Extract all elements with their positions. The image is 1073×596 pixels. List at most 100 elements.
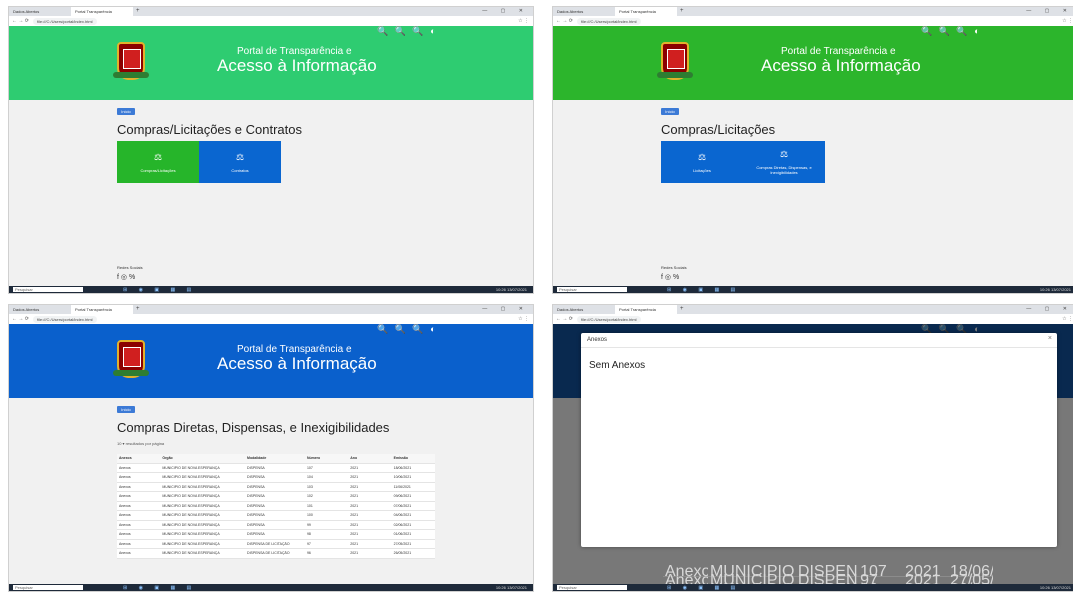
anexos-link[interactable]: Anexos — [117, 551, 160, 555]
taskbar-search-input[interactable]: Pesquisar — [13, 287, 83, 292]
table-cell: MUNICIPIO DE NOVA ESPERANÇA — [162, 541, 220, 546]
table-cell: 101 — [306, 503, 313, 508]
taskbar-search-input[interactable]: Pesquisar — [13, 585, 83, 590]
gavel-icon: ⚖ — [697, 151, 707, 162]
new-tab-button[interactable]: + — [677, 7, 687, 16]
column-header[interactable]: Número — [305, 456, 348, 460]
column-header[interactable]: Emissão — [392, 456, 435, 460]
table-cell: 2021 — [350, 475, 359, 480]
social-icons[interactable]: f ◎ % — [661, 273, 679, 281]
taskbar-search-input[interactable]: Pesquisar — [557, 287, 627, 292]
gavel-icon: ⚖ — [153, 151, 163, 162]
home-badge[interactable]: Início — [117, 108, 135, 115]
window-controls[interactable]: — ▢ ✕ — [1026, 8, 1073, 14]
nav-buttons[interactable]: ← → ⟳ — [12, 18, 29, 24]
tile-label: Licitações — [693, 167, 711, 173]
bookmark-icon[interactable]: ☆ ⋮ — [518, 18, 529, 24]
column-header[interactable]: Ano — [348, 456, 391, 460]
table-row: AnexosMUNICIPIO DE NOVA ESPERANÇA DISPENS… — [117, 511, 435, 521]
taskbar-app-icons[interactable]: ⊞ ◉ ▣ ▦ ▤ — [123, 287, 196, 293]
taskbar-app-icons[interactable]: ⊞ ◉ ▣ ▦ ▤ — [123, 585, 196, 591]
url-input[interactable]: file:///C:/Users/portal/index.html — [32, 17, 97, 25]
window-controls[interactable]: — ▢ ✕ — [1026, 306, 1073, 312]
nav-buttons[interactable]: ← → ⟳ — [12, 316, 29, 322]
anexos-link[interactable]: Anexos — [117, 532, 160, 536]
new-tab-button[interactable]: + — [133, 7, 143, 16]
table-cell: 2021 — [350, 503, 359, 508]
column-header[interactable]: Anexos — [117, 456, 160, 460]
bookmark-icon[interactable]: ☆ ⋮ — [518, 316, 529, 322]
tile-compras-licitacoes[interactable]: ⚖ Compras/Licitações — [117, 141, 199, 183]
taskbar: Pesquisar ⊞ ◉ ▣ ▦ ▤ 10:26 13/07/2021 — [9, 286, 533, 293]
accessibility-icons[interactable]: 🔍 🔍 🔍 ◐ — [377, 26, 438, 37]
table-cell: DISPENSA — [247, 475, 265, 480]
main-content: Início Compras Diretas, Dispensas, e Ine… — [9, 398, 533, 559]
tile-licitacoes[interactable]: ⚖ Licitações — [661, 141, 743, 183]
nav-buttons[interactable]: ← → ⟳ — [556, 18, 573, 24]
nav-buttons[interactable]: ← → ⟳ — [556, 316, 573, 322]
tab-dados-abertos[interactable]: Dados Abertos — [9, 7, 71, 16]
table-cell: 26/05/2021 — [393, 551, 412, 556]
taskbar-app-icons[interactable]: ⊞ ◉ ▣ ▦ ▤ — [667, 287, 740, 293]
tab-portal[interactable]: Portal Transparência — [71, 305, 133, 314]
anexos-link[interactable]: Anexos — [117, 494, 160, 498]
anexos-link[interactable]: Anexos — [117, 466, 160, 470]
main-content: Início Compras/Licitações e Contratos ⚖ … — [9, 100, 533, 183]
anexos-link[interactable]: Anexos — [117, 475, 160, 479]
browser-chrome: Dados Abertos Portal Transparência + — ▢… — [9, 305, 533, 324]
url-input[interactable]: file:///C:/Users/portal/index.html — [32, 315, 97, 323]
social-icons[interactable]: f ◎ % — [117, 273, 135, 281]
tab-dados-abertos[interactable]: Dados Abertos — [553, 7, 615, 16]
home-badge[interactable]: Início — [661, 108, 679, 115]
table-cell: DISPENSA — [247, 513, 265, 518]
table-cell: 97 — [306, 541, 311, 546]
tab-dados-abertos[interactable]: Dados Abertos — [553, 305, 615, 314]
home-badge[interactable]: Início — [117, 406, 135, 413]
table-cell: DISPENSA — [247, 522, 265, 527]
table-row: AnexosMUNICIPIO DE NOVA ESPERANÇA DISPENS… — [117, 501, 435, 511]
anexos-link[interactable]: Anexos — [117, 542, 160, 546]
window-controls[interactable]: — ▢ ✕ — [482, 306, 529, 312]
social-heading: Redes Sociais — [661, 265, 687, 270]
tab-portal[interactable]: Portal Transparência — [71, 7, 133, 16]
table-cell: 104 — [306, 475, 313, 480]
taskbar-clock: 10:26 13/07/2021 — [495, 287, 527, 292]
tab-portal[interactable]: Portal Transparência — [615, 7, 677, 16]
table-cell: 2021 — [350, 513, 359, 518]
anexos-link[interactable]: Anexos — [117, 513, 160, 517]
anexos-link[interactable]: Anexos — [117, 504, 160, 508]
bookmark-icon[interactable]: ☆ ⋮ — [1062, 316, 1073, 322]
modal-message: Sem Anexos — [589, 360, 646, 371]
page-size-select[interactable]: 10 ▾ resultados por página — [117, 441, 533, 446]
table-cell: 27/05/2021 — [393, 541, 412, 546]
column-header[interactable]: Modalidade — [245, 456, 305, 460]
gavel-icon: ⚖ — [779, 149, 789, 159]
new-tab-button[interactable]: + — [677, 305, 687, 314]
taskbar-search-input[interactable]: Pesquisar — [557, 585, 627, 590]
table-cell: DISPENSA — [247, 503, 265, 508]
window-controls[interactable]: — ▢ ✕ — [482, 8, 529, 14]
close-icon[interactable]: × — [1048, 335, 1052, 342]
tab-dados-abertos[interactable]: Dados Abertos — [9, 305, 71, 314]
window-anexos-modal: Dados Abertos Portal Transparência + — ▢… — [552, 304, 1073, 592]
taskbar-app-icons[interactable]: ⊞ ◉ ▣ ▦ ▤ — [667, 585, 740, 591]
portal-title-big: Acesso à Informação — [761, 56, 921, 75]
url-input[interactable]: file:///C:/Users/portal/index.html — [576, 17, 641, 25]
table-row: AnexosMUNICIPIO DE NOVA ESPERANÇA DISPENS… — [117, 492, 435, 502]
bookmark-icon[interactable]: ☆ ⋮ — [1062, 18, 1073, 24]
tile-compras-diretas[interactable]: ⚖ Compras Diretas, Dispensas, e Inexigib… — [743, 141, 825, 183]
accessibility-icons[interactable]: 🔍 🔍 🔍 ◐ — [377, 324, 438, 335]
address-bar: ← → ⟳ file:///C:/Users/portal/index.html… — [9, 314, 533, 324]
tile-contratos[interactable]: ⚖ Contratos — [199, 141, 281, 183]
column-header[interactable]: Órgão — [160, 456, 245, 460]
url-input[interactable]: file:///C:/Users/portal/index.html — [576, 315, 641, 323]
taskbar: Pesquisar ⊞ ◉ ▣ ▦ ▤ 10:26 13/07/2021 — [553, 286, 1073, 293]
data-table: Anexos Órgão Modalidade Número Ano Emiss… — [117, 454, 435, 559]
anexos-link[interactable]: Anexos — [117, 523, 160, 527]
accessibility-icons[interactable]: 🔍 🔍 🔍 ◐ — [921, 26, 982, 37]
anexos-link[interactable]: Anexos — [117, 485, 160, 489]
tab-portal[interactable]: Portal Transparência — [615, 305, 677, 314]
new-tab-button[interactable]: + — [133, 305, 143, 314]
table-row: AnexosMUNICIPIO DE NOVA ESPERANÇA DISPENS… — [117, 463, 435, 473]
table-cell: MUNICIPIO DE NOVA ESPERANÇA — [162, 551, 220, 556]
